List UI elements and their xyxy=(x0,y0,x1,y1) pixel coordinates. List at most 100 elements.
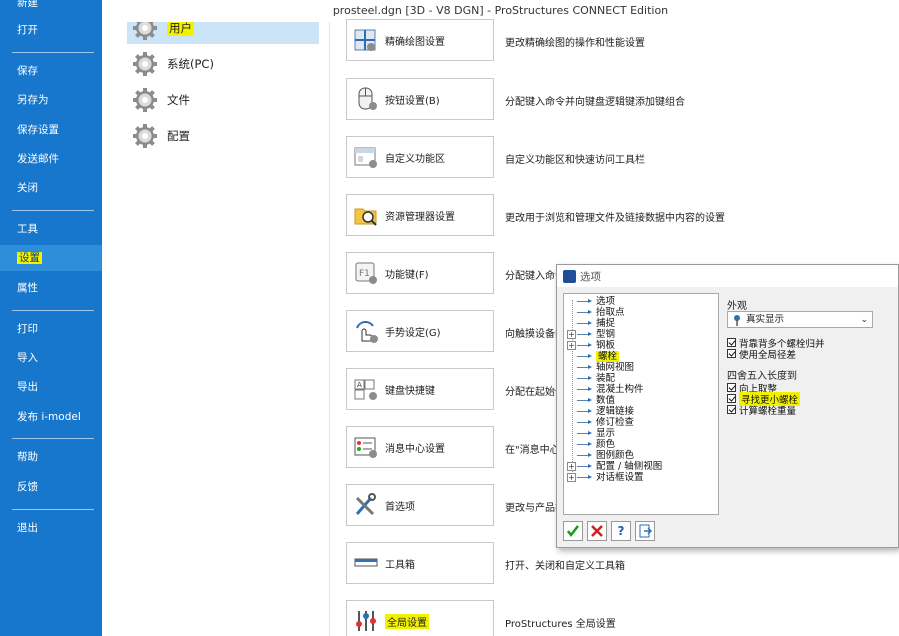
display-mode-select[interactable]: 真实显示 ⌄ xyxy=(727,311,873,328)
options-dialog-titlebar[interactable]: 选项 xyxy=(557,265,898,287)
tree-item-bolts[interactable]: 螺栓 xyxy=(567,351,620,362)
tree-arrow-icon xyxy=(577,363,594,372)
preferences-button[interactable]: 首选项 xyxy=(346,484,494,526)
help-icon: ? xyxy=(617,524,625,538)
accudraw-icon xyxy=(354,29,376,51)
tree-arrow-icon xyxy=(577,418,594,427)
tree-item-assembly[interactable]: 装配 xyxy=(567,373,615,384)
category-files[interactable]: 文件 xyxy=(127,84,319,116)
mouse-icon xyxy=(358,87,377,110)
toolboxes-button[interactable]: 工具箱 xyxy=(346,542,494,584)
global-settings-icon xyxy=(356,611,376,631)
tree-arrow-icon xyxy=(577,396,594,405)
tree-item-options[interactable]: 选项 xyxy=(567,296,615,307)
nav-properties[interactable]: 属性 xyxy=(0,275,102,301)
tree-item-values[interactable]: 数值 xyxy=(567,395,615,406)
app-icon xyxy=(563,269,576,283)
nav-save[interactable]: 保存 xyxy=(0,58,102,84)
tree-item-display[interactable]: 显示 xyxy=(567,428,615,439)
nav-export[interactable]: 导出 xyxy=(0,374,102,400)
ok-icon xyxy=(567,525,579,538)
customize-ribbon-desc: 自定义功能区和快速访问工具栏 xyxy=(505,155,645,166)
nav-import[interactable]: 导入 xyxy=(0,345,102,371)
expand-icon[interactable]: + xyxy=(567,330,576,339)
window-title: prosteel.dgn [3D - V8 DGN] - ProStructur… xyxy=(102,0,899,22)
message-center-icon xyxy=(354,437,377,458)
explorer-settings-button[interactable]: 资源管理器设置 xyxy=(346,194,494,236)
nav-help[interactable]: 帮助 xyxy=(0,444,102,470)
nav-separator xyxy=(12,310,94,311)
global-settings-button[interactable]: 全局设置 xyxy=(346,600,494,636)
nav-exit[interactable]: 退出 xyxy=(0,515,102,541)
tree-item-logical-links[interactable]: 逻辑链接 xyxy=(567,406,634,417)
tree-item-config-iso-view[interactable]: + 配置 / 轴侧视图 xyxy=(567,461,662,472)
nav-open[interactable]: 打开 xyxy=(0,17,102,43)
nav-print[interactable]: 打印 xyxy=(0,316,102,342)
export-icon xyxy=(639,524,652,538)
tree-item-pick-point[interactable]: 抬取点 xyxy=(567,307,625,318)
nav-close[interactable]: 关闭 xyxy=(0,175,102,201)
checkbox-checked-icon xyxy=(727,338,736,347)
nav-send-mail[interactable]: 发送邮件 xyxy=(0,146,102,172)
gear-icon xyxy=(133,88,157,112)
accudraw-settings-desc: 更改精确绘图的操作和性能设置 xyxy=(505,38,645,49)
tree-item-snap[interactable]: 捕捉 xyxy=(567,318,615,329)
pin-icon xyxy=(734,314,740,326)
ok-button[interactable] xyxy=(563,521,583,541)
tree-item-colors[interactable]: 颜色 xyxy=(567,439,615,450)
button-assignments-desc: 分配键入命令并向键盘逻辑键添加键组合 xyxy=(505,97,685,108)
nav-save-settings[interactable]: 保存设置 xyxy=(0,117,102,143)
cancel-button[interactable] xyxy=(587,521,607,541)
nav-feedback[interactable]: 反馈 xyxy=(0,474,102,500)
tree-item-shapes[interactable]: + 型钢 xyxy=(567,329,615,340)
use-global-diameter-checkbox[interactable]: 使用全局径差 xyxy=(727,348,796,361)
tree-arrow-icon xyxy=(577,319,594,328)
options-dialog: 选项 选项 抬取点 捕捉 + 型钢 + 钢板 螺栓 轴网视图 装配 混凝土构件 数值… xyxy=(556,264,899,548)
tree-arrow-icon xyxy=(577,308,594,317)
checkbox-checked-icon xyxy=(727,383,736,392)
backstage-nav: 新建 打开 保存 另存为 保存设置 发送邮件 关闭 工具 设置 属性 打印 导入… xyxy=(0,0,102,636)
svg-text:F1: F1 xyxy=(359,269,370,279)
gear-icon xyxy=(133,124,157,148)
tree-item-revision-check[interactable]: 修订检查 xyxy=(567,417,634,428)
nav-separator xyxy=(12,509,94,510)
svg-text:A: A xyxy=(357,381,362,389)
category-configuration[interactable]: 配置 xyxy=(127,120,319,152)
settings-category-panel: 用户 系统(PC) 文件 配置 xyxy=(102,0,330,636)
tree-arrow-icon xyxy=(577,297,594,306)
expand-icon[interactable]: + xyxy=(567,341,576,350)
nav-settings[interactable]: 设置 xyxy=(0,245,102,271)
tree-arrow-icon xyxy=(577,385,594,394)
nav-tools[interactable]: 工具 xyxy=(0,216,102,242)
expand-icon[interactable]: + xyxy=(567,473,576,482)
tree-arrow-icon xyxy=(577,462,594,471)
help-button[interactable]: ? xyxy=(611,521,631,541)
tree-item-plates[interactable]: + 钢板 xyxy=(567,340,615,351)
export-button[interactable] xyxy=(635,521,655,541)
nav-save-as[interactable]: 另存为 xyxy=(0,87,102,113)
keyboard-icon: A xyxy=(354,379,377,400)
button-assignments-button[interactable]: 按钮设置(B) xyxy=(346,78,494,120)
tree-item-dialog-settings[interactable]: + 对话框设置 xyxy=(567,472,644,483)
tree-arrow-icon xyxy=(577,374,594,383)
nav-new[interactable]: 新建 xyxy=(0,0,102,16)
accudraw-settings-button[interactable]: 精确绘图设置 xyxy=(346,19,494,61)
gesture-settings-button[interactable]: 手势设定(G) xyxy=(346,310,494,352)
toolboxes-desc: 打开、关闭和自定义工具箱 xyxy=(505,561,625,572)
function-keys-button[interactable]: F1 功能键(F) xyxy=(346,252,494,294)
bolt-options-panel: 外观 真实显示 ⌄ 背靠背多个螺栓归并 使用全局径差 四舍五入长度到 向上取整 … xyxy=(724,293,894,515)
nav-publish-imodel[interactable]: 发布 i-model xyxy=(0,404,102,430)
tree-item-concrete[interactable]: 混凝土构件 xyxy=(567,384,644,395)
keyboard-shortcuts-button[interactable]: A 键盘快捷键 xyxy=(346,368,494,410)
tree-item-grid-view[interactable]: 轴网视图 xyxy=(567,362,634,373)
cancel-icon xyxy=(591,525,603,537)
calc-bolt-weight-checkbox[interactable]: 计算螺栓重量 xyxy=(727,404,796,417)
expand-icon[interactable]: + xyxy=(567,462,576,471)
checkbox-checked-icon xyxy=(727,394,736,403)
category-system-pc[interactable]: 系统(PC) xyxy=(127,48,319,80)
checkbox-checked-icon xyxy=(727,349,736,358)
tree-item-legend-colors[interactable]: 图例颜色 xyxy=(567,450,634,461)
message-center-settings-button[interactable]: 消息中心设置 xyxy=(346,426,494,468)
options-tree[interactable]: 选项 抬取点 捕捉 + 型钢 + 钢板 螺栓 轴网视图 装配 混凝土构件 数值 逻辑… xyxy=(563,293,719,515)
customize-ribbon-button[interactable]: 自定义功能区 xyxy=(346,136,494,178)
